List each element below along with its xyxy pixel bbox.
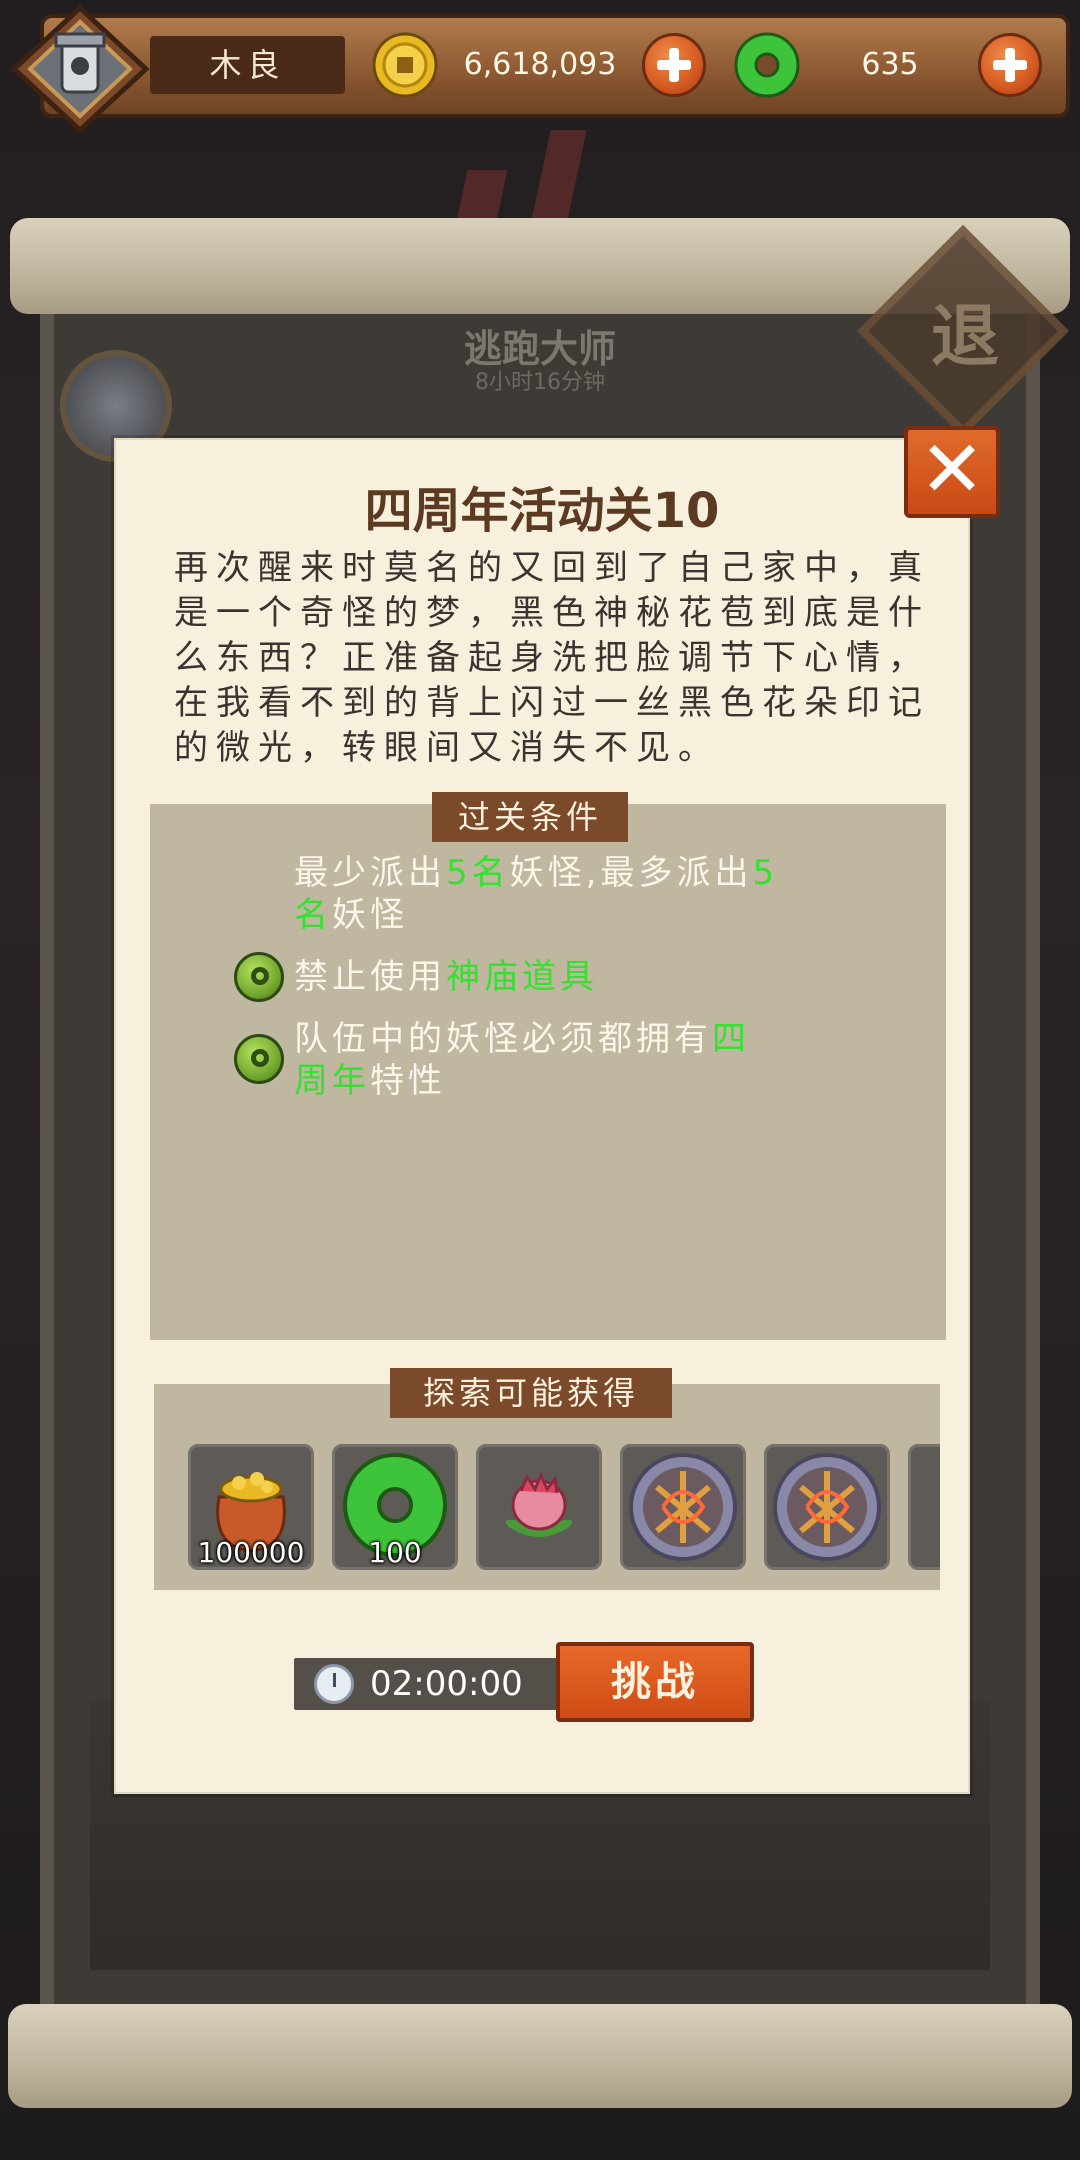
rewards-header: 探索可能获得 <box>390 1368 672 1418</box>
reward-slot[interactable] <box>620 1444 746 1570</box>
stopwatch-icon <box>314 1664 354 1704</box>
condition-highlight: 名 <box>294 895 332 935</box>
condition-text-line: 队伍中的妖怪必须都拥有四 <box>294 1018 854 1060</box>
reward-slot[interactable]: 100 <box>332 1444 458 1570</box>
background-stage-timer: 8小时16分钟 <box>475 370 605 395</box>
scroll-bottom-roller <box>8 2004 1072 2108</box>
coin-count: 6,618,093 <box>463 47 617 82</box>
condition-text: 禁止使用 <box>294 957 446 997</box>
exit-label: 退 <box>930 298 999 377</box>
reward-quantity: 100000 <box>197 1536 305 1569</box>
orb-icon <box>629 1453 737 1561</box>
challenge-timer: 02:00:00 <box>370 1664 523 1704</box>
condition-highlight: 5 <box>752 853 779 893</box>
condition-bullet-icon <box>234 952 284 1002</box>
condition-text: 特性 <box>370 1061 446 1101</box>
background-stage-title: 逃跑大师 <box>463 327 616 371</box>
reward-slot[interactable] <box>764 1444 890 1570</box>
condition-text: 妖怪,最多派出 <box>509 853 753 893</box>
orb-icon <box>773 1453 881 1561</box>
condition-highlight: 5名 <box>446 853 510 893</box>
condition-text-line: 名妖怪 <box>294 894 854 936</box>
conditions-header: 过关条件 <box>432 792 628 842</box>
condition-text-line: 周年特性 <box>294 1060 854 1102</box>
condition-text: 妖怪 <box>332 895 408 935</box>
condition-highlight: 周年 <box>294 1061 370 1101</box>
condition-text-line: 禁止使用神庙道具 <box>294 956 854 998</box>
reward-slot[interactable]: 100000 <box>188 1444 314 1570</box>
jade-count: 635 <box>861 47 919 82</box>
condition-text: 队伍中的妖怪必须都拥有 <box>294 1019 712 1059</box>
player-name: 木良 <box>150 36 345 94</box>
reward-slot[interactable] <box>476 1444 602 1570</box>
condition-text: 最少派出 <box>294 853 446 893</box>
condition-highlight: 四 <box>712 1019 750 1059</box>
jade-ring-icon <box>734 32 800 98</box>
flower-bud-icon <box>505 1471 573 1537</box>
condition-text-line: 最少派出5名妖怪,最多派出5 <box>294 852 854 894</box>
add-jade-button[interactable] <box>978 33 1042 97</box>
add-coins-button[interactable] <box>642 33 706 97</box>
stage-story-text: 再次醒来时莫名的又回到了自己家中，真是一个奇怪的梦，黑色神秘花苞到底是什么东西？… <box>174 548 930 768</box>
challenge-button[interactable]: 挑战 <box>556 1642 754 1722</box>
reward-quantity: 100 <box>368 1536 422 1569</box>
condition-highlight: 神庙道具 <box>446 957 598 997</box>
gold-coin-icon <box>372 32 438 98</box>
stage-title: 四周年活动关10 <box>364 483 720 539</box>
reward-slot-partial[interactable] <box>908 1444 940 1570</box>
player-avatar-badge[interactable] <box>10 4 150 134</box>
condition-bullet-icon <box>234 1034 284 1084</box>
